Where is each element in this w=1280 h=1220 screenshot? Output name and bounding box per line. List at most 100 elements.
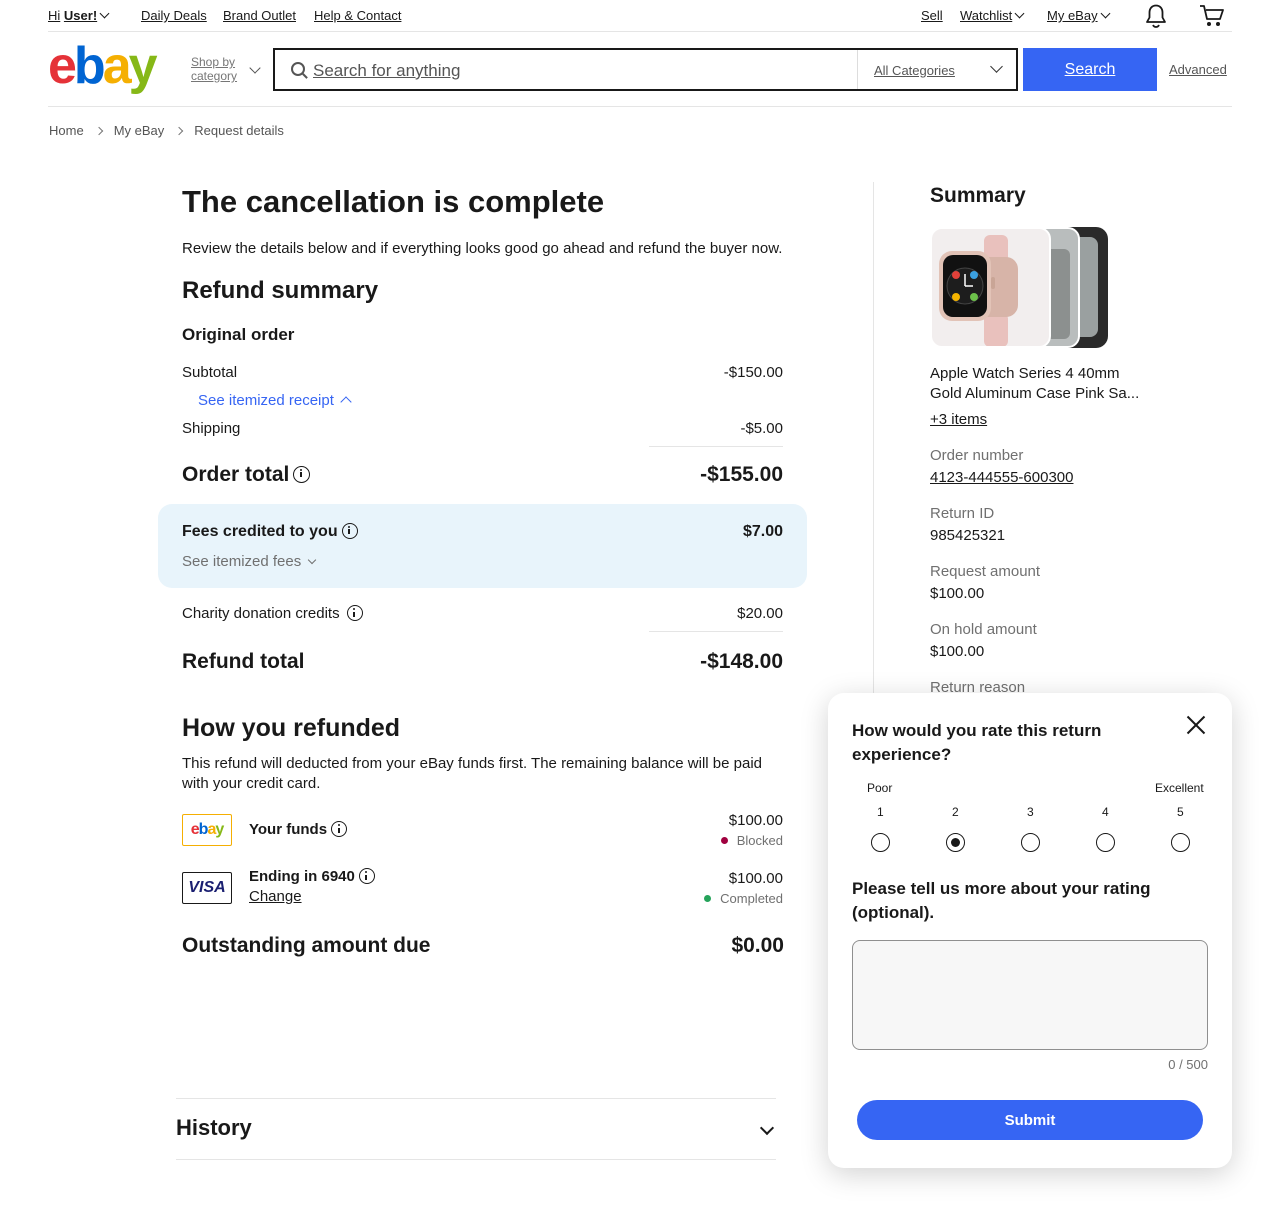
charity-value: $20.00 [737,605,783,622]
fees-value: $7.00 [742,523,783,540]
breadcrumb-current: Request details [194,123,284,138]
rating-2-label: 2 [952,805,959,819]
chevron-down-icon [1014,8,1025,19]
cart-icon[interactable] [1199,4,1225,28]
itemized-receipt-label: See itemized receipt [198,392,334,409]
rating-radio-3[interactable] [1021,833,1040,852]
sell-link[interactable]: Sell [921,8,943,23]
chevron-right-icon [94,126,103,135]
feedback-question: How would you rate this return experienc… [852,719,1101,767]
ebay-funds-status: Blocked [600,833,783,848]
watchlist-link[interactable]: Watchlist [960,8,1012,23]
rating-5-label: 5 [1177,805,1184,819]
charity-label-text: Charity donation credits [182,605,340,622]
rating-excellent-label: Excellent [1155,781,1204,795]
subtotal-value: -$150.00 [723,364,783,381]
help-contact-link[interactable]: Help & Contact [314,8,401,23]
order-total-label: Order total [182,463,311,487]
info-icon[interactable] [331,821,348,838]
info-icon[interactable] [341,522,358,539]
user-greeting[interactable]: Hi User! [48,8,110,23]
outstanding-value: $0.00 [731,934,784,957]
user-name[interactable]: User! [64,8,97,23]
search-button[interactable]: Search [1023,48,1157,91]
rating-radio-1[interactable] [871,833,890,852]
history-accordion[interactable]: History [176,1098,776,1160]
item-title-line-1: Apple Watch Series 4 40mm [930,365,1120,382]
outstanding-label: Outstanding amount due [182,934,431,957]
notification-bell-icon[interactable] [1144,3,1168,29]
rating-radio-5[interactable] [1171,833,1190,852]
item-image-stack[interactable] [930,227,1108,348]
close-icon[interactable] [1184,713,1208,737]
site-header: ebay Shop by category Search for anythin… [48,32,1232,107]
shop-by-category-button[interactable]: Shop by category [191,55,237,83]
ebay-logo[interactable]: ebay [48,40,158,92]
card-status-text: Completed [720,891,783,906]
my-ebay-link[interactable]: My eBay [1047,8,1098,23]
shop-by-line-2: category [191,69,238,83]
return-id-label: Return ID [930,505,995,522]
refund-total-label: Refund total [182,650,305,673]
fees-label: Fees credited to you [182,522,358,541]
fees-credited-panel [158,504,807,588]
return-id-value: 985425321 [930,527,1006,544]
more-feedback-line-2: (optional). [852,903,935,922]
info-icon[interactable] [293,465,311,483]
shipping-value: -$5.00 [740,420,783,437]
change-card-link[interactable]: Change [249,888,302,905]
refund-total-value: -$148.00 [700,650,783,673]
ebay-funds-logo: ebay [182,814,232,846]
summary-heading: Summary [930,184,1026,207]
submit-button[interactable]: Submit [857,1100,1203,1140]
greeting-prefix: Hi [48,8,61,23]
search-bar: Search for anything All Categories [273,48,1018,91]
card-ending-label: Ending in 6940 [249,868,375,885]
page-title: The cancellation is complete [182,184,605,219]
ebay-funds-status-text: Blocked [736,833,783,848]
feedback-dialog: How would you rate this return experienc… [828,693,1232,1168]
item-title-line-2: Gold Aluminum Case Pink Sa... [930,385,1140,402]
rating-poor-label: Poor [867,781,893,795]
itemized-receipt-link[interactable]: See itemized receipt [198,392,352,409]
charity-label: Charity donation credits [182,605,363,622]
rating-radio-4[interactable] [1096,833,1115,852]
item-title[interactable]: Apple Watch Series 4 40mm Gold Aluminum … [930,364,1139,404]
feedback-question-line-2: experience? [852,745,952,764]
my-ebay-menu[interactable]: My eBay [1047,8,1111,23]
daily-deals-link[interactable]: Daily Deals [141,8,207,23]
feedback-textarea[interactable] [852,940,1208,1050]
advanced-search-link[interactable]: Advanced [1169,62,1227,77]
chevron-down-icon [307,555,317,565]
request-amount-label: Request amount [930,563,1041,580]
brand-outlet-link[interactable]: Brand Outlet [223,8,296,23]
chevron-down-icon [1100,8,1111,19]
divider [649,631,783,632]
intro-text: Review the details below and if everythi… [182,240,783,257]
your-funds-text: Your funds [249,821,328,838]
search-input[interactable]: Search for anything [313,61,460,81]
itemized-fees-toggle[interactable]: See itemized fees [182,553,317,570]
order-number-link[interactable]: 4123-444555-600300 [930,469,1073,486]
more-feedback-label: Please tell us more about your rating (o… [852,877,1151,925]
on-hold-value: $100.00 [930,643,985,660]
rating-radio-2[interactable] [946,833,965,852]
on-hold-label: On hold amount [930,621,1037,638]
breadcrumb-my-ebay[interactable]: My eBay [114,123,165,138]
info-icon[interactable] [346,605,363,622]
more-items-link[interactable]: +3 items [930,411,987,428]
card-status: Completed [600,891,783,906]
item-thumbnail [930,227,1051,348]
fees-label-text: Fees credited to you [182,523,338,540]
chevron-down-icon [249,62,261,74]
status-dot-icon [720,837,728,844]
watchlist-menu[interactable]: Watchlist [960,8,1025,23]
itemized-fees-label: See itemized fees [182,553,302,570]
character-count: 0 / 500 [1168,1057,1208,1072]
history-heading: History [176,1115,252,1140]
info-icon[interactable] [358,868,375,885]
breadcrumb-home[interactable]: Home [49,123,84,138]
more-feedback-line-1: Please tell us more about your rating [852,879,1151,898]
category-select[interactable]: All Categories [857,50,1017,89]
subtotal-label: Subtotal [182,364,238,381]
